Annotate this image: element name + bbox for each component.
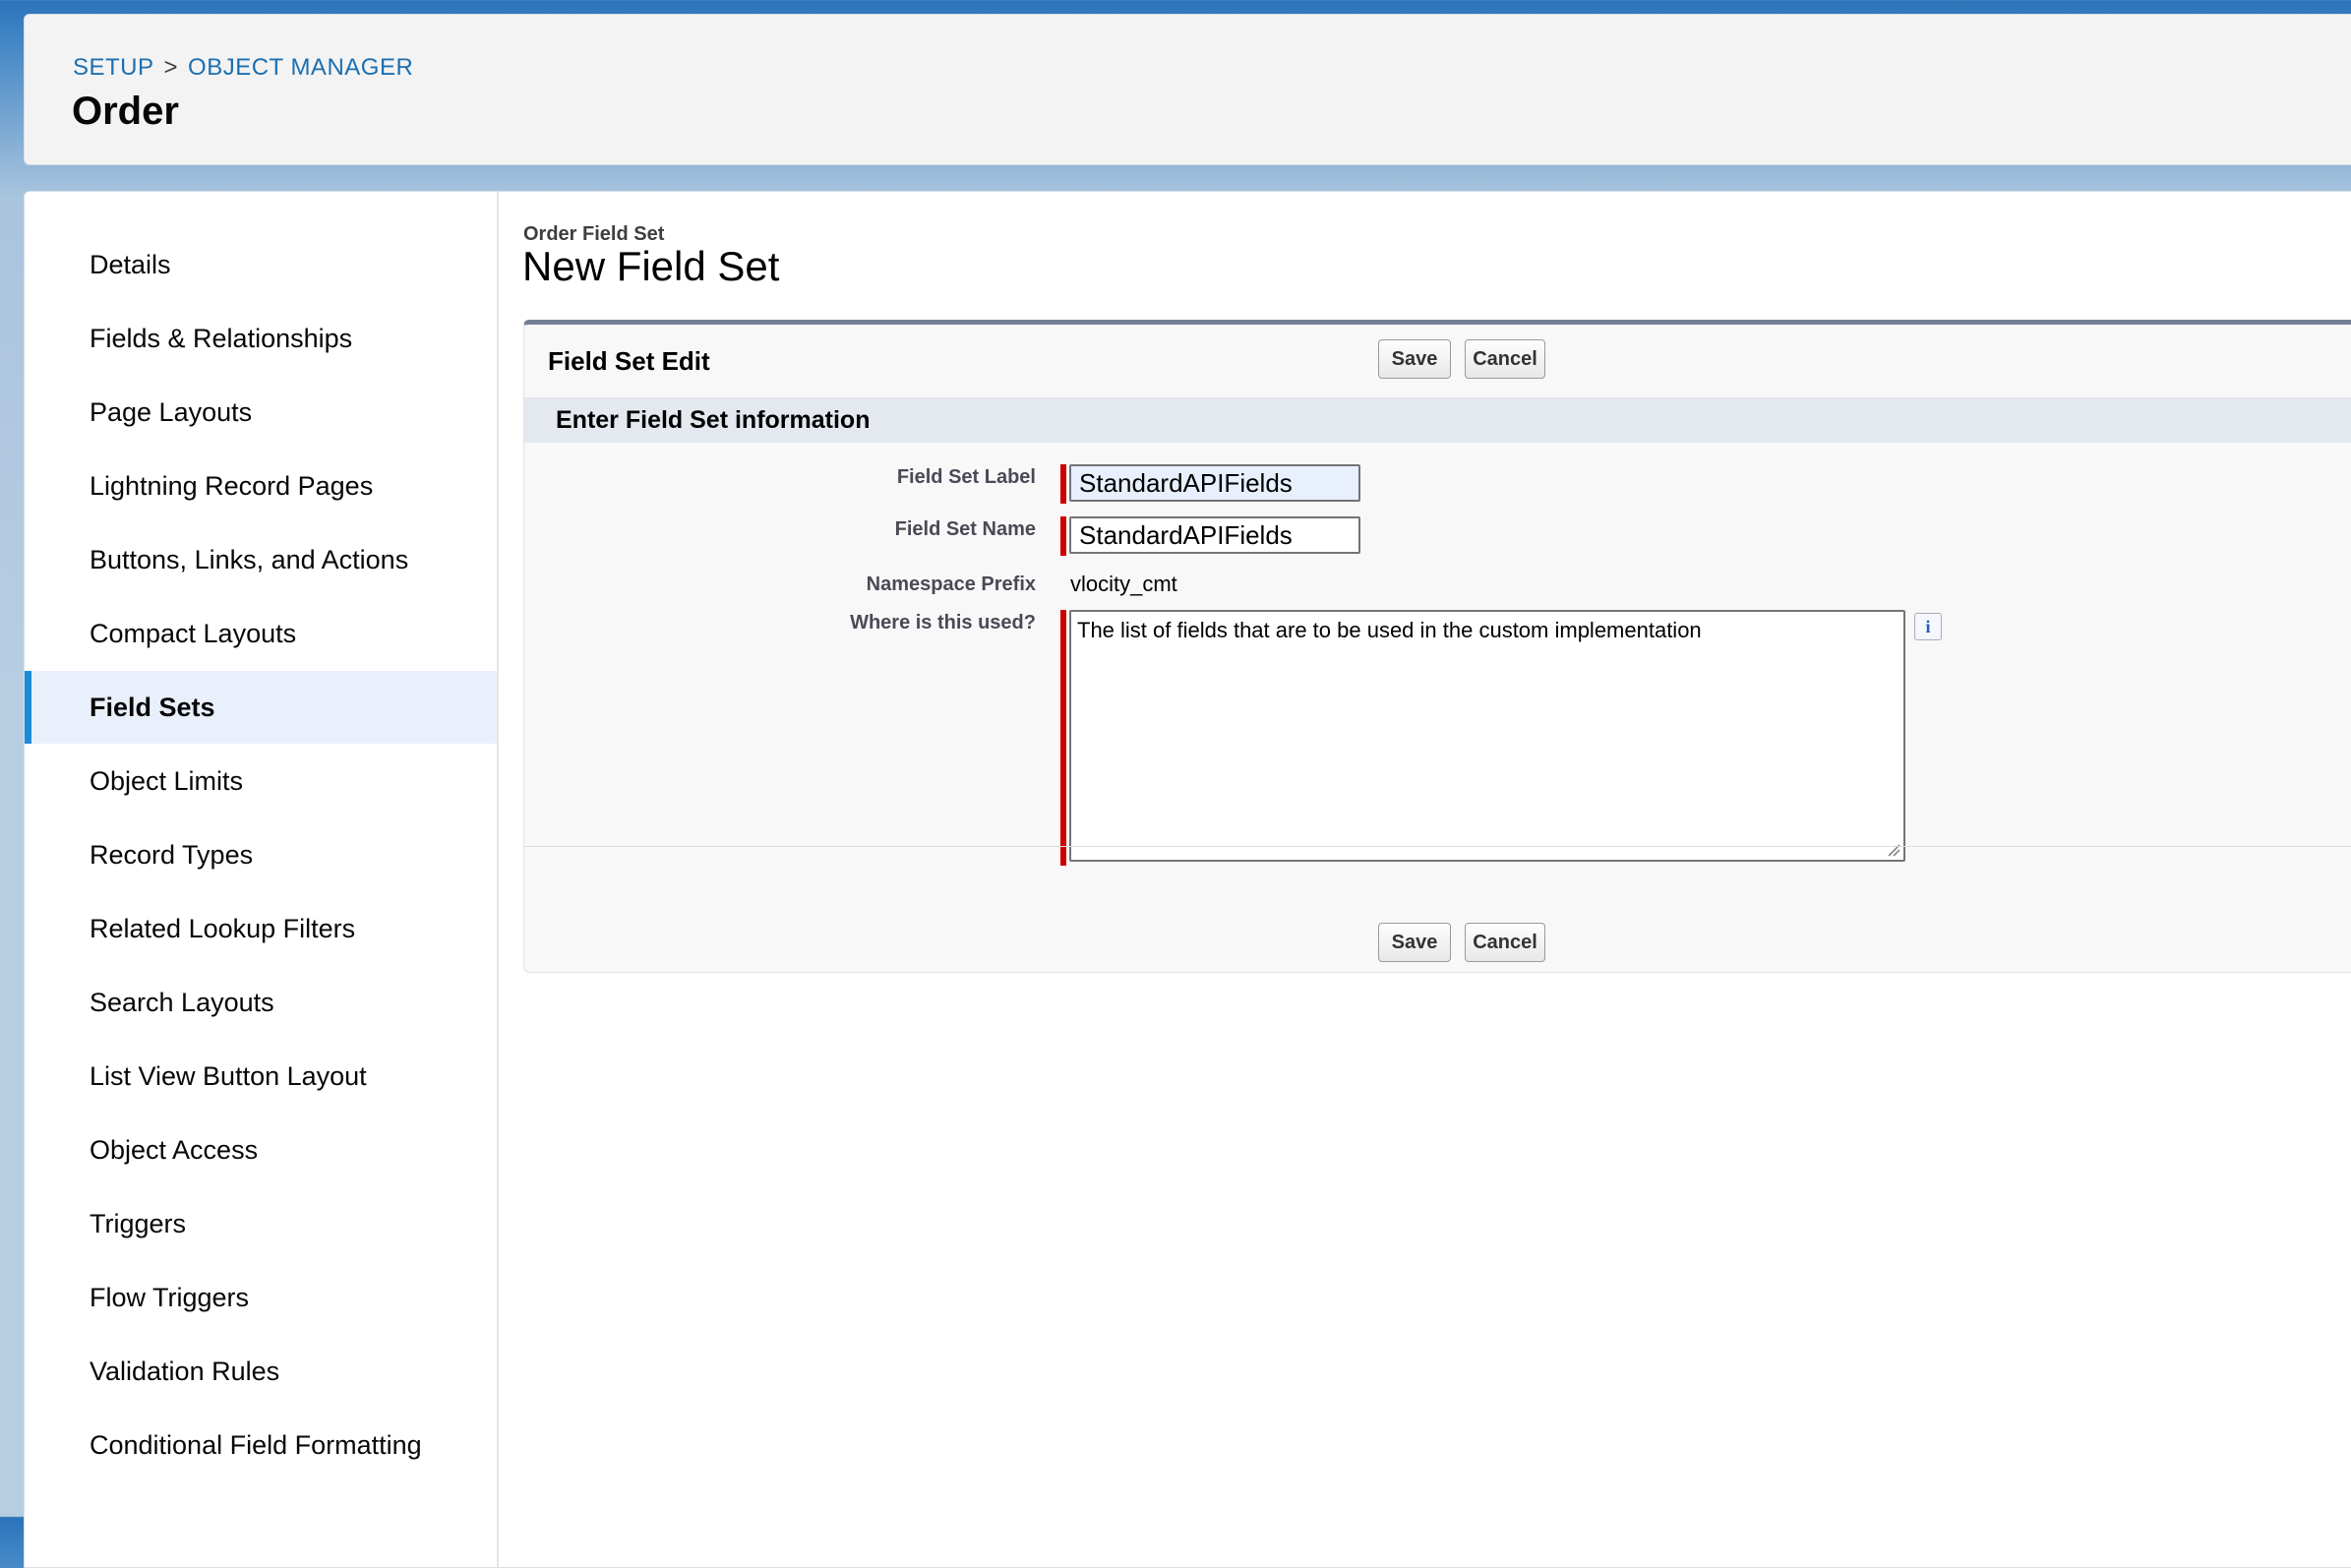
sidebar-item-list-view-button-layout[interactable]: List View Button Layout [25,1040,497,1113]
footer-divider [524,846,2351,847]
sidebar-item-page-layouts[interactable]: Page Layouts [25,376,497,449]
required-indicator [1060,464,1066,504]
where-used-text: The list of fields that are to be used i… [1077,618,1702,642]
sidebar-item-record-types[interactable]: Record Types [25,818,497,891]
breadcrumb: SETUP > OBJECT MANAGER [73,54,413,82]
sidebar-item-fields-relationships[interactable]: Fields & Relationships [25,302,497,375]
form-title: New Field Set [522,243,780,289]
section-header: Enter Field Set information [524,397,2351,443]
page-title: Order [72,90,179,133]
sidebar-item-related-lookup-filters[interactable]: Related Lookup Filters [25,892,497,965]
section-title: Enter Field Set information [556,406,871,434]
sidebar-item-conditional-field-formatting[interactable]: Conditional Field Formatting [25,1409,497,1481]
breadcrumb-setup-link[interactable]: SETUP [73,54,154,81]
breadcrumb-separator: > [163,54,179,81]
where-used-textarea[interactable]: The list of fields that are to be used i… [1069,610,1905,862]
field-set-label-input[interactable] [1069,464,1360,502]
sidebar-item-triggers[interactable]: Triggers [25,1187,497,1260]
save-button-bottom[interactable]: Save [1378,923,1451,962]
namespace-prefix-value: vlocity_cmt [1070,572,1177,596]
sidebar-item-lightning-record-pages[interactable]: Lightning Record Pages [25,450,497,522]
namespace-prefix-label: Namespace Prefix [866,573,1036,595]
save-button-top[interactable]: Save [1378,339,1451,379]
main-panel: Details Fields & Relationships Page Layo… [24,191,2351,1568]
info-icon[interactable]: i [1914,613,1942,640]
sidebar-item-field-sets[interactable]: Field Sets [25,671,497,744]
cancel-button-bottom[interactable]: Cancel [1465,923,1545,962]
sidebar-item-compact-layouts[interactable]: Compact Layouts [25,597,497,670]
sidebar-item-details[interactable]: Details [25,228,497,301]
field-set-edit-block: Field Set Edit Save Cancel Enter Field S… [523,320,2351,973]
sidebar-item-object-limits[interactable]: Object Limits [25,745,497,817]
required-indicator [1060,610,1066,866]
sidebar-item-flow-triggers[interactable]: Flow Triggers [25,1261,497,1334]
block-title: Field Set Edit [548,346,710,376]
sidebar: Details Fields & Relationships Page Layo… [25,192,499,1567]
field-set-label-label: Field Set Label [896,466,1036,488]
required-indicator [1060,516,1066,556]
page-header: SETUP > OBJECT MANAGER Order [24,14,2351,165]
breadcrumb-object-manager-link[interactable]: OBJECT MANAGER [188,54,413,81]
where-used-label: Where is this used? [850,612,1036,633]
sidebar-item-validation-rules[interactable]: Validation Rules [25,1335,497,1408]
cancel-button-top[interactable]: Cancel [1465,339,1545,379]
sidebar-item-search-layouts[interactable]: Search Layouts [25,966,497,1039]
sidebar-item-buttons-links-actions[interactable]: Buttons, Links, and Actions [25,523,497,596]
field-set-name-input[interactable] [1069,516,1360,554]
field-set-name-label: Field Set Name [894,518,1036,540]
sidebar-item-object-access[interactable]: Object Access [25,1114,497,1186]
